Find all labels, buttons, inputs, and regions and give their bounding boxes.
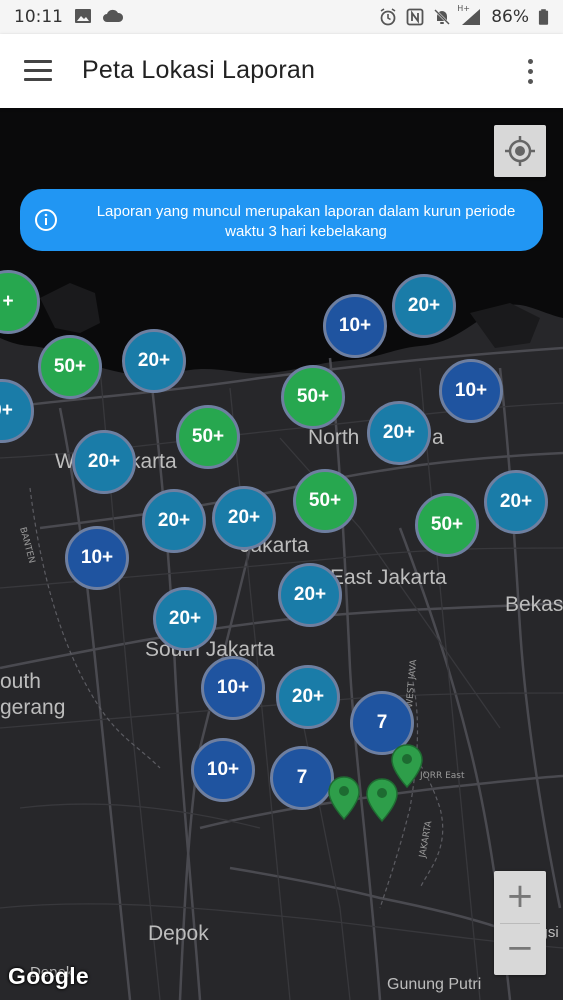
map-label-bekasi: Bekas <box>505 593 563 616</box>
info-icon <box>35 209 57 231</box>
alarm-icon <box>380 8 396 26</box>
info-banner: Laporan yang muncul merupakan laporan da… <box>20 189 543 251</box>
cluster-marker[interactable]: 10+ <box>191 738 255 802</box>
cluster-marker[interactable]: 20+ <box>278 563 342 627</box>
map-label-gunung-putri: Gunung Putri <box>387 976 482 993</box>
cluster-marker[interactable]: 7 <box>270 746 334 810</box>
my-location-icon <box>505 136 535 166</box>
zoom-out-button[interactable]: − <box>494 923 546 975</box>
notifications-off-icon <box>434 9 451 25</box>
app-bar: Peta Lokasi Laporan <box>0 34 563 108</box>
cluster-marker[interactable]: 50+ <box>293 469 357 533</box>
cluster-marker[interactable]: 50+ <box>415 493 479 557</box>
map-label-south-tangerang-2: gerang <box>0 696 66 719</box>
image-icon <box>75 9 91 23</box>
cluster-marker[interactable]: 20+ <box>276 665 340 729</box>
overflow-menu-icon[interactable] <box>519 58 541 86</box>
battery-percent: 86% <box>491 7 529 27</box>
page-title: Peta Lokasi Laporan <box>82 56 316 84</box>
battery-icon <box>538 9 549 25</box>
cluster-marker[interactable]: 20+ <box>153 587 217 651</box>
status-time: 10:11 <box>14 7 63 27</box>
status-bar: 10:11 H+ 86% <box>0 0 563 34</box>
map-label-west-suffix: karta <box>130 450 177 473</box>
cluster-marker[interactable]: 20+ <box>142 489 206 553</box>
cluster-marker[interactable]: 50+ <box>176 405 240 469</box>
map-pin-icon[interactable] <box>366 778 398 822</box>
signal-icon: H+ <box>457 4 482 26</box>
hamburger-menu-icon[interactable] <box>24 60 52 82</box>
my-location-button[interactable] <box>494 125 546 177</box>
cluster-marker[interactable]: 10+ <box>201 656 265 720</box>
cluster-marker[interactable]: 10+ <box>323 294 387 358</box>
map-label-south-tangerang-1: outh <box>0 670 41 693</box>
map-pin-icon[interactable] <box>328 776 360 820</box>
cluster-marker[interactable]: 20+ <box>367 401 431 465</box>
road-label-jorr: JORR East <box>419 771 465 781</box>
cluster-marker[interactable]: 50+ <box>38 335 102 399</box>
map-label-depok: Depok <box>148 922 209 945</box>
cloud-icon <box>103 9 124 22</box>
cluster-marker[interactable]: 20+ <box>72 430 136 494</box>
zoom-controls: + − <box>494 871 546 975</box>
cluster-marker[interactable]: 50+ <box>281 365 345 429</box>
cluster-marker[interactable]: 10+ <box>439 359 503 423</box>
google-attribution-logo: Google <box>8 963 90 989</box>
nfc-icon <box>406 8 424 26</box>
info-banner-text: Laporan yang muncul merupakan laporan da… <box>96 203 516 240</box>
cluster-marker[interactable]: 20+ <box>392 274 456 338</box>
map-label-east: East Jakarta <box>330 566 447 589</box>
map-label-north: North <box>308 426 360 449</box>
cluster-marker[interactable]: 20+ <box>484 470 548 534</box>
cluster-marker[interactable]: 20+ <box>212 486 276 550</box>
cluster-marker[interactable]: 20+ <box>122 329 186 393</box>
map-label-north-suffix: a <box>432 426 444 449</box>
cluster-marker[interactable]: 10+ <box>65 526 129 590</box>
zoom-in-button[interactable]: + <box>494 871 546 923</box>
